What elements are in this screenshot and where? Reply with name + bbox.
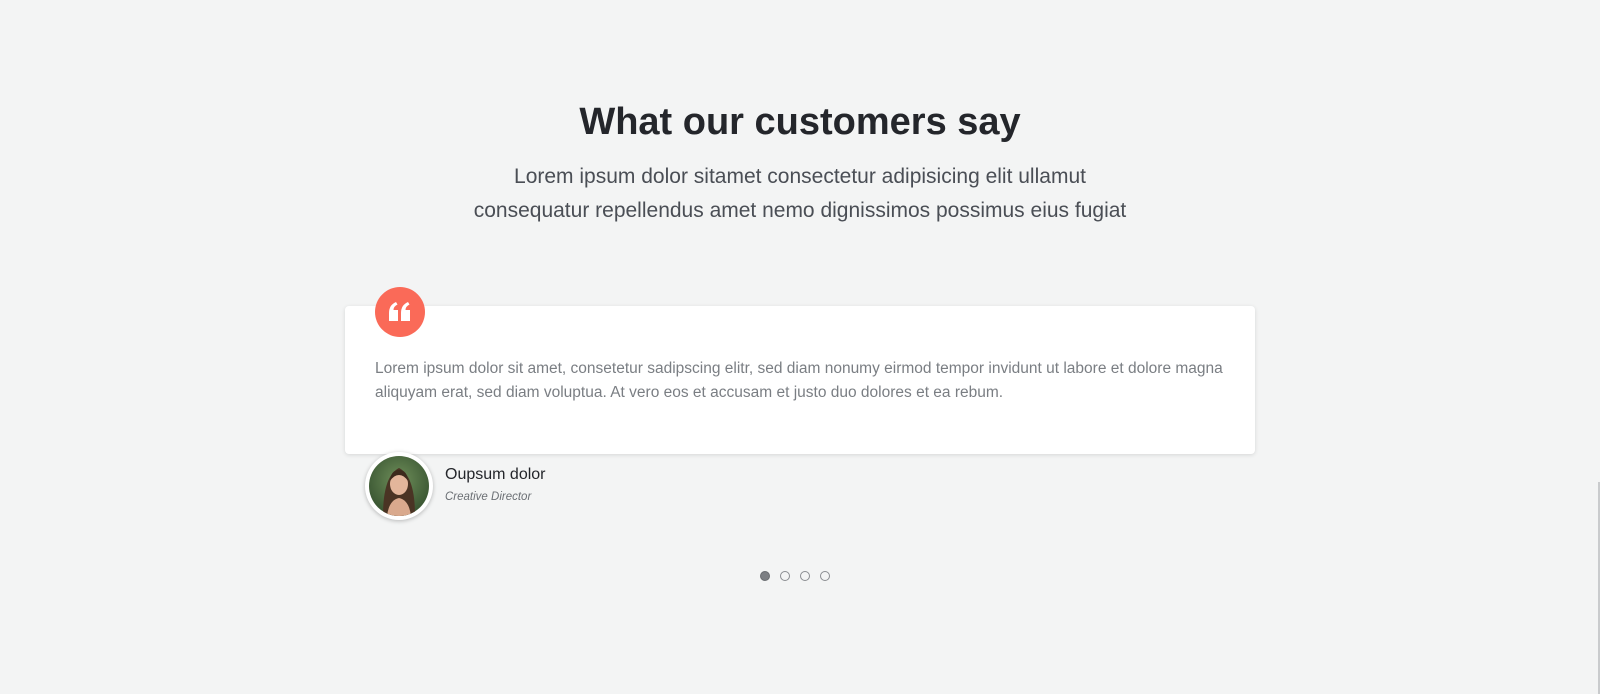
carousel-pagination [760,571,830,581]
avatar-photo [369,456,429,516]
testimonial-text: Lorem ipsum dolor sit amet, consetetur s… [375,360,1223,401]
testimonials-section: What our customers say Lorem ipsum dolor… [0,0,1600,694]
quote-icon [375,287,425,337]
subtitle-line: Lorem ipsum dolor sitamet consectetur ad… [514,165,1086,188]
subtitle-line: consequatur repellendus amet nemo dignis… [473,199,1127,222]
section-subtitle: Lorem ipsum dolor sitamet consectetur ad… [0,160,1600,228]
avatar [365,452,433,520]
author-name: Oupsum dolor [445,466,546,483]
carousel-dot[interactable] [820,571,830,581]
carousel-dot[interactable] [760,571,770,581]
carousel-dot[interactable] [780,571,790,581]
author-role: Creative Director [445,491,532,503]
carousel-dot[interactable] [800,571,810,581]
section-title: What our customers say [579,101,1021,143]
